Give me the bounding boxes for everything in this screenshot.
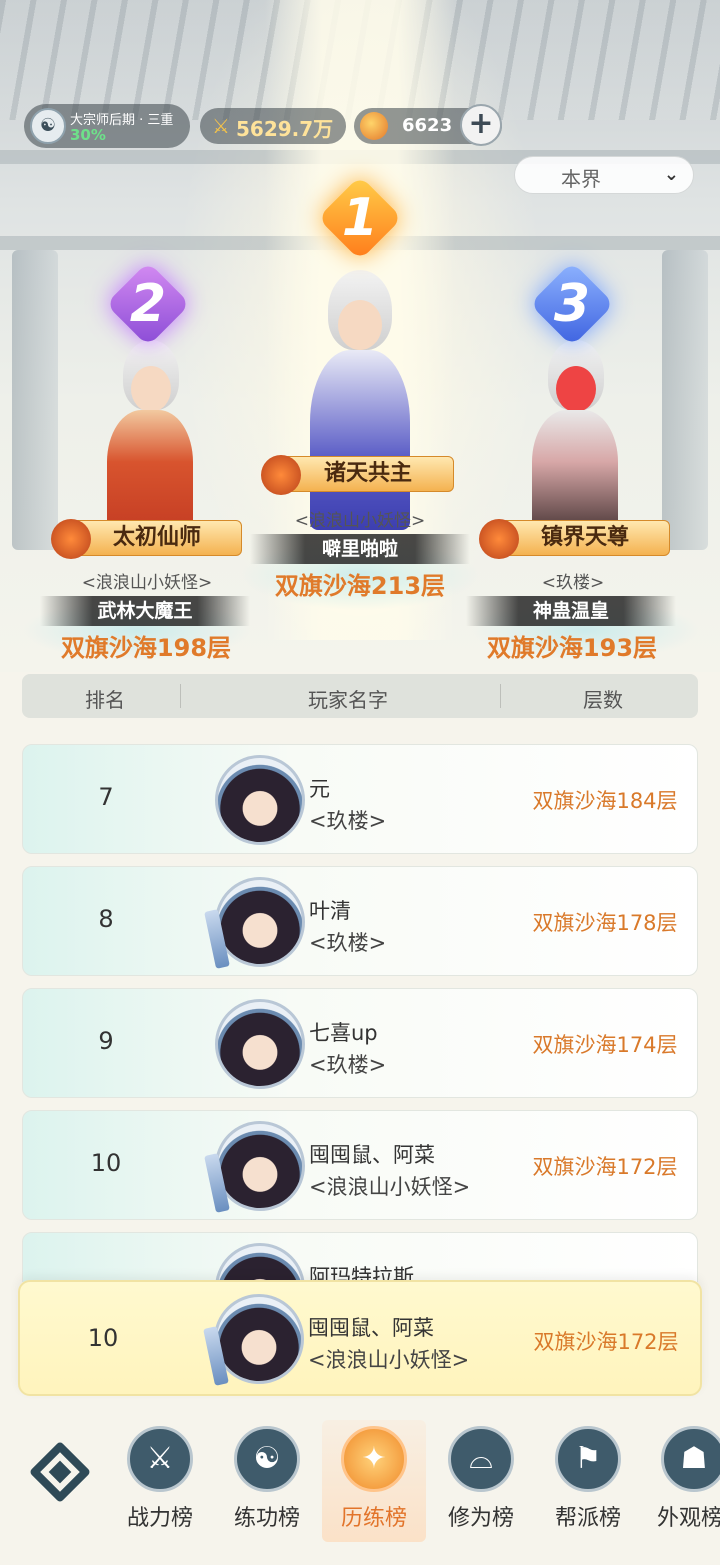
home-diamond-icon[interactable]: [26, 1438, 94, 1506]
tab-label: 战力榜: [126, 1506, 193, 1531]
chevron-down-icon: ⌄: [663, 164, 679, 185]
table-row[interactable]: 10 囤囤鼠、阿菜 <浪浪山小妖怪> 双旗沙海172层: [22, 1110, 698, 1220]
avatar[interactable]: [215, 755, 305, 845]
tab-cultivation[interactable]: ⌓ 修为榜: [429, 1426, 533, 1532]
yin-yang-icon: ☯: [234, 1426, 300, 1492]
table-row[interactable]: 8 叶清 <玖楼> 双旗沙海178层: [22, 866, 698, 976]
rank-2-emblem: 2: [105, 261, 191, 347]
star-burst-icon: ✦: [341, 1426, 407, 1492]
my-rank: 10: [87, 1324, 119, 1352]
row-floor: 双旗沙海184层: [532, 789, 678, 813]
rank-1-emblem: 1: [317, 175, 403, 261]
tab-guild[interactable]: ⚑ 帮派榜: [536, 1426, 640, 1532]
scope-selected: 本界: [561, 167, 601, 191]
header-divider: [180, 684, 181, 708]
row-floor: 双旗沙海178层: [532, 911, 678, 935]
tab-label: 练功榜: [233, 1506, 300, 1531]
header-rank: 排名: [85, 688, 125, 712]
row-player-name: 七喜up: [309, 1021, 378, 1045]
table-header: 排名 玩家名字 层数: [22, 674, 698, 718]
my-guild: <浪浪山小妖怪>: [308, 1348, 470, 1372]
row-floor: 双旗沙海172层: [532, 1155, 678, 1179]
banner-icon: ⚑: [555, 1426, 621, 1492]
realm-progress: 30%: [70, 126, 106, 144]
row-guild: <玖楼>: [309, 1053, 387, 1077]
crossed-swords-icon: ⚔: [212, 114, 230, 138]
tab-appearance[interactable]: ☗ 外观榜: [643, 1426, 720, 1532]
tab-trial[interactable]: ✦ 历练榜: [322, 1420, 426, 1542]
mask-icon: ☗: [661, 1426, 720, 1492]
avatar[interactable]: [215, 999, 305, 1089]
rank-3-floor: 双旗沙海193层: [486, 634, 658, 662]
realm-chip[interactable]: ☯ 大宗师后期 · 三重 30%: [24, 104, 190, 148]
row-guild: <玖楼>: [309, 809, 387, 833]
row-guild: <浪浪山小妖怪>: [309, 1175, 471, 1199]
table-row[interactable]: 9 七喜up <玖楼> 双旗沙海174层: [22, 988, 698, 1098]
tab-label: 帮派榜: [554, 1506, 621, 1531]
coin-icon: [360, 112, 388, 140]
my-rank-row[interactable]: 10 囤囤鼠、阿菜 <浪浪山小妖怪> 双旗沙海172层: [18, 1280, 702, 1396]
scope-dropdown[interactable]: 本界 ⌄: [514, 156, 694, 194]
power-value: 5629.7万: [236, 117, 334, 141]
row-player-name: 元: [309, 777, 330, 801]
rank-2-name[interactable]: 武林大魔王: [40, 596, 250, 626]
add-currency-button[interactable]: +: [460, 104, 502, 146]
row-player-name: 叶清: [309, 899, 351, 923]
row-guild: <玖楼>: [309, 931, 387, 955]
header-floor: 层数: [583, 688, 623, 712]
row-rank: 8: [98, 905, 114, 933]
rank-3-emblem: 3: [529, 261, 615, 347]
tab-label: 历练榜: [340, 1506, 407, 1531]
tab-label: 外观榜: [657, 1506, 720, 1531]
power-chip: ⚔ 5629.7万: [200, 108, 346, 144]
row-player-name: 囤囤鼠、阿菜: [309, 1143, 435, 1167]
character-rank-3[interactable]: [520, 340, 630, 540]
currency-value: 6623: [402, 115, 453, 136]
rank-1-title: 诸天共主: [261, 455, 454, 495]
row-rank: 9: [98, 1027, 114, 1055]
row-player-name: 阿玛特拉斯: [309, 1265, 414, 1282]
rank-2-title: 太初仙师: [51, 519, 242, 559]
avatar[interactable]: [204, 1121, 305, 1213]
realm-avatar-icon: ☯: [30, 108, 66, 144]
rank-2-floor: 双旗沙海198层: [60, 634, 232, 662]
row-floor: 双旗沙海174层: [532, 1033, 678, 1057]
character-rank-2[interactable]: [95, 340, 205, 540]
row-rank: 7: [98, 783, 114, 811]
header-name: 玩家名字: [308, 688, 388, 712]
tab-power[interactable]: ⚔ 战力榜: [108, 1426, 212, 1532]
tab-label: 修为榜: [447, 1506, 514, 1531]
table-row[interactable]: 7 元 <玖楼> 双旗沙海184层: [22, 744, 698, 854]
table-row[interactable]: 阿玛特拉斯: [22, 1232, 698, 1282]
my-floor: 双旗沙海172层: [533, 1330, 679, 1354]
avatar[interactable]: [215, 1243, 305, 1282]
pillar-decoration: [662, 250, 708, 550]
rank-3-name[interactable]: 神蛊温皇: [466, 596, 676, 626]
pillar-decoration: [12, 250, 58, 550]
header-divider: [500, 684, 501, 708]
avatar[interactable]: [204, 877, 305, 969]
rank-2-guild: <浪浪山小妖怪>: [81, 573, 213, 593]
scholar-hat-icon: ⌓: [448, 1426, 514, 1492]
avatar[interactable]: [203, 1294, 304, 1386]
my-player-name: 囤囤鼠、阿菜: [308, 1316, 434, 1340]
rank-3-title: 镇界天尊: [479, 519, 670, 559]
rank-1-floor: 双旗沙海213层: [274, 572, 446, 600]
rank-3-guild: <玖楼>: [541, 573, 605, 593]
row-rank: 10: [90, 1149, 122, 1177]
tab-training[interactable]: ☯ 练功榜: [215, 1426, 319, 1532]
ranking-list[interactable]: 7 元 <玖楼> 双旗沙海184层 8 叶清 <玖楼> 双旗沙海178层 9 七…: [0, 722, 720, 1282]
rank-1-guild: <浪浪山小妖怪>: [294, 511, 426, 531]
crossed-swords-icon: ⚔: [127, 1426, 193, 1492]
rank-1-name[interactable]: 噼里啪啦: [250, 534, 470, 564]
